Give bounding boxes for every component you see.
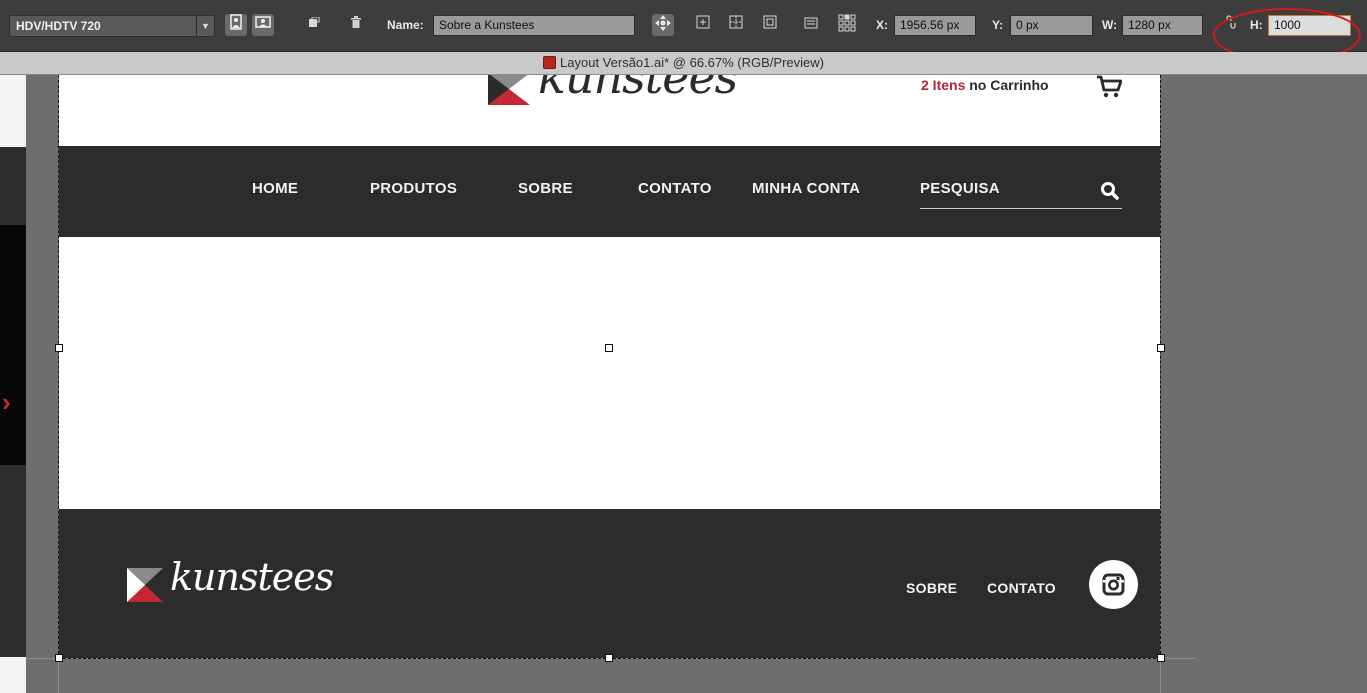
- w-label: W:: [1102, 18, 1118, 32]
- y-label: Y:: [992, 18, 1004, 32]
- document-title: Layout Versão1.ai* @ 66.67% (RGB/Preview…: [560, 55, 824, 70]
- safe-area-icon: [763, 15, 777, 29]
- artboard-center-point[interactable]: [605, 344, 613, 352]
- artboard-name-field[interactable]: Sobre a Kunstees: [433, 15, 635, 36]
- y-position-field[interactable]: 0 px: [1010, 15, 1093, 36]
- document-tab[interactable]: Layout Versão1.ai* @ 66.67% (RGB/Preview…: [0, 52, 1367, 75]
- x-position-field[interactable]: 1956.56 px: [894, 15, 976, 36]
- chevron-down-icon[interactable]: ▼: [196, 16, 214, 36]
- resize-handle-bottom-left[interactable]: [55, 654, 63, 662]
- portrait-orientation-button[interactable]: [225, 14, 247, 36]
- artboard-preset-value: HDV/HDTV 720: [16, 19, 101, 33]
- resize-handle-right[interactable]: [1157, 344, 1165, 352]
- resize-handle-bottom[interactable]: [605, 654, 613, 662]
- reference-point-button[interactable]: [836, 14, 858, 36]
- trash-icon: [351, 16, 361, 28]
- artboard-selection-box[interactable]: [58, 75, 1161, 659]
- cross-hairs-icon: [729, 15, 743, 29]
- guide-line: [1160, 658, 1161, 693]
- ai-file-icon: [543, 56, 557, 69]
- illustrator-window: HDV/HDTV 720 ▼ Name: Sobre a Kunstees X:…: [0, 0, 1367, 693]
- guide-line: [58, 658, 59, 693]
- new-artboard-button[interactable]: [303, 14, 325, 36]
- canvas[interactable]: › kunstees 2 Itens no Carrinho HOME PROD…: [0, 75, 1367, 693]
- name-label: Name:: [387, 18, 424, 32]
- adjacent-artboard-image: [0, 225, 26, 465]
- new-artboard-icon: [309, 16, 320, 27]
- show-center-mark-button[interactable]: [692, 14, 714, 36]
- show-cross-hairs-button[interactable]: [725, 14, 747, 36]
- control-bar: HDV/HDTV 720 ▼ Name: Sobre a Kunstees X:…: [0, 0, 1367, 62]
- artboard-options-button[interactable]: [800, 14, 822, 36]
- resize-handle-bottom-right[interactable]: [1157, 654, 1165, 662]
- artboard-preset-select[interactable]: HDV/HDTV 720 ▼: [9, 15, 215, 37]
- landscape-icon: [255, 16, 271, 28]
- portrait-icon: [230, 14, 242, 30]
- move-artwork-icon: [655, 15, 671, 31]
- width-field[interactable]: 1280 px: [1122, 15, 1203, 36]
- x-label: X:: [876, 18, 888, 32]
- show-video-safe-areas-button[interactable]: [759, 14, 781, 36]
- artboard-options-icon: [804, 17, 818, 29]
- move-copy-artwork-button[interactable]: [652, 14, 674, 36]
- center-mark-icon: [696, 15, 710, 29]
- resize-handle-left[interactable]: [55, 344, 63, 352]
- chevron-right-icon: ›: [2, 387, 11, 417]
- delete-artboard-button[interactable]: [345, 14, 367, 36]
- landscape-orientation-button[interactable]: [252, 14, 274, 36]
- reference-point-icon: [838, 14, 856, 32]
